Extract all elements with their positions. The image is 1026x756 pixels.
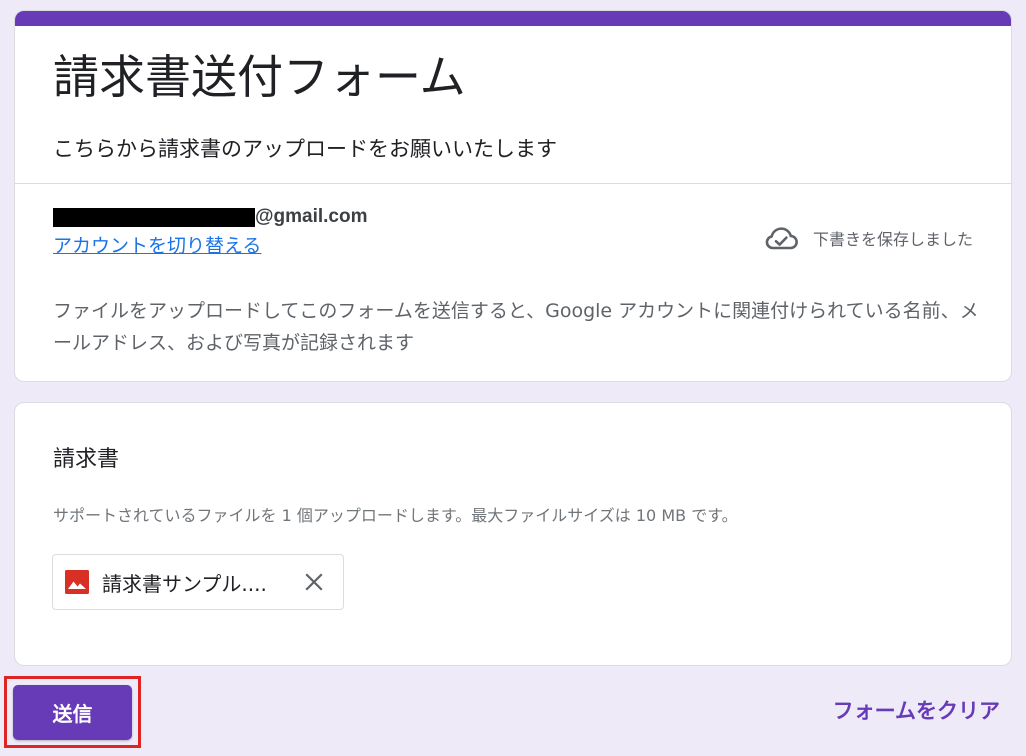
question-help-text: サポートされているファイルを 1 個アップロードします。最大ファイルサイズは 1… bbox=[53, 506, 738, 525]
image-file-icon bbox=[65, 570, 89, 594]
remove-file-button[interactable] bbox=[296, 564, 332, 600]
email-domain: @gmail.com bbox=[255, 206, 368, 227]
switch-account-link[interactable]: アカウントを切り替える bbox=[53, 233, 261, 259]
close-icon bbox=[305, 573, 323, 591]
clear-form-button[interactable]: フォームをクリア bbox=[833, 696, 1000, 726]
question-card: 請求書 サポートされているファイルを 1 個アップロードします。最大ファイルサイ… bbox=[14, 402, 1012, 666]
file-name: 請求書サンプル.... bbox=[102, 571, 267, 596]
question-title: 請求書 bbox=[53, 447, 120, 472]
divider bbox=[15, 183, 1011, 184]
draft-status: 下書きを保存しました bbox=[763, 225, 973, 251]
accent-bar bbox=[15, 11, 1011, 26]
privacy-notice: ファイルをアップロードしてこのフォームを送信すると、Google アカウントに関… bbox=[53, 300, 979, 354]
draft-status-text: 下書きを保存しました bbox=[812, 230, 973, 249]
redacted-email-user bbox=[53, 207, 255, 227]
submit-button[interactable]: 送信 bbox=[13, 685, 132, 740]
form-description: こちらから請求書のアップロードをお願いいたします bbox=[53, 137, 557, 161]
form-header-card: 請求書送付フォーム こちらから請求書のアップロードをお願いいたします @gmai… bbox=[14, 10, 1012, 382]
form-title: 請求書送付フォーム bbox=[53, 50, 466, 104]
cloud-done-icon bbox=[765, 227, 798, 250]
uploaded-file-chip[interactable]: 請求書サンプル.... bbox=[52, 554, 344, 610]
account-email: @gmail.com bbox=[53, 206, 368, 228]
